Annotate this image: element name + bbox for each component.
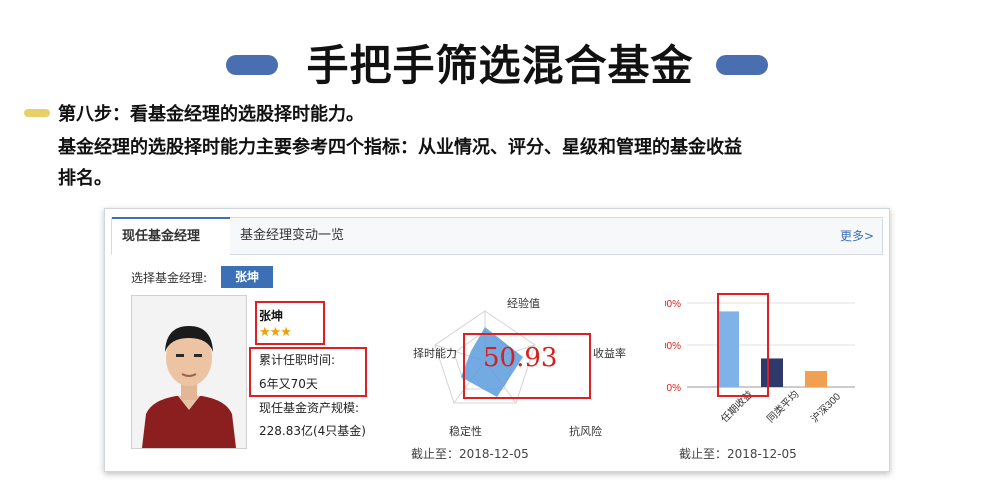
step-heading: 第八步：看基金经理的选股择时能力。 [58,104,364,125]
radar-axis-experience: 经验值 [507,297,540,310]
manager-select-button[interactable]: 张坤 [221,266,273,288]
chart-deadline: 截止至：2018-12-05 [679,447,797,461]
title-decoration-right [716,55,768,75]
body-text-line-1: 基金经理的选股择时能力主要参考四个指标：从业情况、评分、星级和管理的基金收益 [58,137,742,158]
manager-photo [131,295,247,449]
assets-value: 228.83亿(4只基金) [259,424,366,438]
highlight-return-box [717,293,769,397]
highlight-score-box [463,333,591,399]
y-tick-0: 0% [667,383,682,394]
tab-manager-changes[interactable]: 基金经理变动一览 [230,218,354,254]
radar-axis-stability: 稳定性 [449,425,482,438]
radar-axis-return: 收益率 [593,347,626,360]
tab-current-manager[interactable]: 现任基金经理 [112,217,230,255]
highlight-name-box [255,301,325,345]
bar-2 [805,371,827,387]
slide-title-area: 手把手筛选混合基金 [0,38,1001,94]
x-label-1: 同类平均 [764,388,801,425]
radar-axis-timing: 择时能力 [413,347,457,360]
tab-bar: 现任基金经理 基金经理变动一览 更多> [111,217,883,255]
radar-axis-risk: 抗风险 [569,425,602,438]
x-label-2: 沪深300 [808,390,843,425]
title-decoration-left [226,55,278,75]
slide-title: 手把手筛选混合基金 [306,41,694,90]
highlight-tenure-box [249,347,367,397]
more-link[interactable]: 更多> [840,218,874,254]
fund-manager-panel: 现任基金经理 基金经理变动一览 更多> 选择基金经理: 张坤 张坤 ★★★ 累计… [104,208,890,472]
y-tick-200: 200% [665,299,681,310]
body-text-line-2: 排名。 [58,168,112,189]
y-tick-100: 100% [665,341,681,352]
radar-deadline: 截止至：2018-12-05 [411,447,529,461]
select-manager-label: 选择基金经理: [131,271,208,285]
assets-label: 现任基金资产规模: [259,401,360,415]
bullet-marker [24,109,50,117]
